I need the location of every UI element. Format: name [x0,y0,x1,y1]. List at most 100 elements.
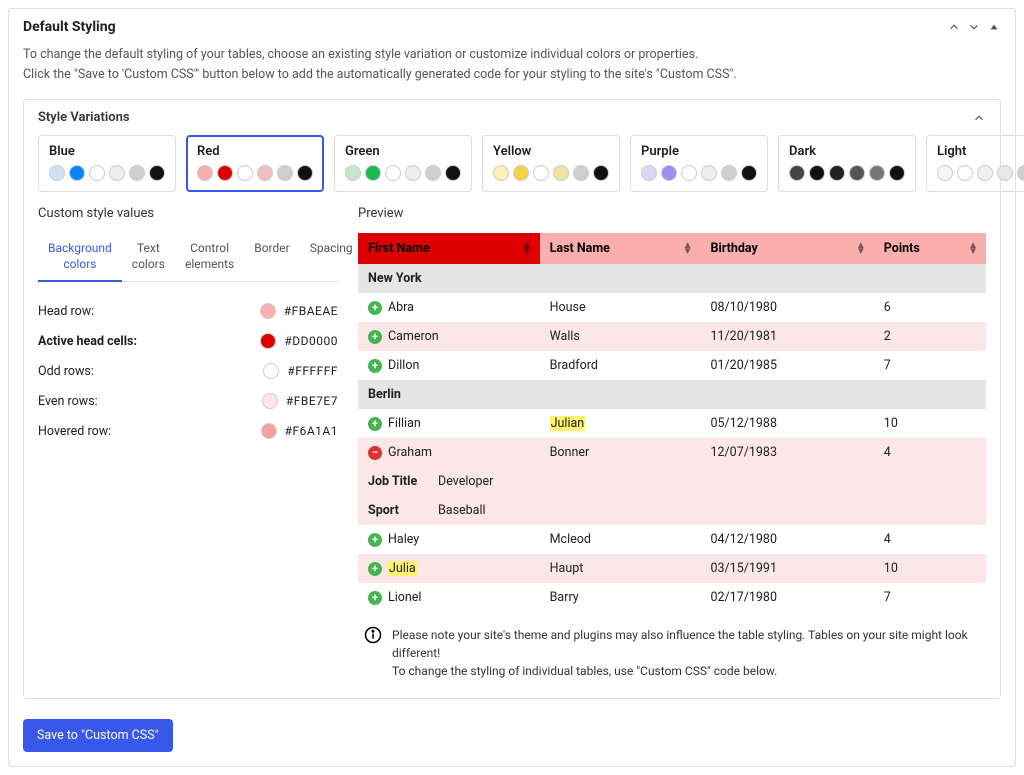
variation-card-blue[interactable]: Blue [38,135,176,192]
save-to-custom-css-button[interactable]: Save to "Custom CSS" [23,719,173,752]
variation-card-yellow[interactable]: Yellow [482,135,620,192]
cell-points: 2 [874,322,986,351]
tab-border[interactable]: Border [244,233,299,281]
variation-card-light[interactable]: Light [926,135,1024,192]
hex-value: #FBAEAE [284,304,338,318]
table-row[interactable]: +FillianJulian05/12/198810 [358,409,986,438]
cell-last-name: Bonner [540,438,701,467]
cell-last-name: House [540,293,701,322]
style-variations-header: Style Variations [24,100,1000,135]
tab-spacing[interactable]: Spacing [300,233,363,281]
variation-title: Dark [789,144,905,159]
table-row[interactable]: −GrahamBonner12/07/19834 [358,438,986,467]
expand-plus-icon[interactable]: + [368,533,382,547]
panel-title: Default Styling [23,19,116,35]
notice-line-1: Please note your site's theme and plugin… [392,626,980,662]
color-swatch [405,165,421,181]
table-row[interactable]: +LionelBarry02/17/19807 [358,583,986,612]
color-swatch [741,165,757,181]
tab-control[interactable]: Controlelements [175,233,244,281]
color-swatch [345,165,361,181]
color-swatch [809,165,825,181]
style-variations-panel: Style Variations BlueRedGreenYellow Purpl… [23,99,1001,699]
table-row[interactable]: +DillonBradford01/20/19857 [358,351,986,380]
variation-card-green[interactable]: Green [334,135,472,192]
color-swatch [257,165,273,181]
color-dot[interactable] [263,363,279,379]
expand-minus-icon[interactable]: − [368,446,382,460]
color-swatch [573,165,589,181]
swatch-row [49,165,165,181]
color-value-row: Active head cells:#DD0000 [38,326,338,356]
variation-title: Purple [641,144,757,159]
table-body: New York+AbraHouse08/10/19806+CameronWal… [358,264,986,612]
cell-points: 4 [874,525,986,554]
color-values-list: Head row:#FBAEAEActive head cells:#DD000… [38,296,338,446]
info-icon [364,626,382,644]
expand-plus-icon[interactable]: + [368,417,382,431]
table-row[interactable]: +CameronWalls11/20/19812 [358,322,986,351]
intro-line-1: To change the default styling of your ta… [23,45,1001,65]
notice-text: Please note your site's theme and plugin… [392,626,980,680]
color-swatch [365,165,381,181]
cell-last-name: Julian [540,409,701,438]
column-header-last-name[interactable]: Last Name▲▼ [540,233,701,264]
chevron-down-icon[interactable] [967,20,981,34]
swatch-row [197,165,313,181]
group-row: Berlin [358,380,986,409]
color-swatch [721,165,737,181]
swatch-row [789,165,905,181]
expand-plus-icon[interactable]: + [368,330,382,344]
expand-plus-icon[interactable]: + [368,591,382,605]
cell-last-name: Bradford [540,351,701,380]
color-swatch [977,165,993,181]
chevron-up-icon[interactable] [972,111,986,125]
tab-text[interactable]: Textcolors [122,233,175,281]
color-swatch [829,165,845,181]
color-value-row: Head row:#FBAEAE [38,296,338,326]
variation-card-red[interactable]: Red [186,135,324,192]
expand-plus-icon[interactable]: + [368,301,382,315]
notice-line-2: To change the styling of individual tabl… [392,662,980,680]
variation-card-dark[interactable]: Dark [778,135,916,192]
custom-values-column: Custom style values BackgroundcolorsText… [38,206,338,684]
cell-last-name: Walls [540,322,701,351]
column-header-first-name[interactable]: First Name▲▼ [358,233,540,264]
cell-last-name: Mcleod [540,525,701,554]
hex-value: #FFFFFF [287,364,338,378]
color-swatch [217,165,233,181]
caret-up-icon[interactable] [987,20,1001,34]
color-dot[interactable] [260,303,276,319]
table-row[interactable]: +JuliaHaupt03/15/199110 [358,554,986,583]
column-header-birthday[interactable]: Birthday▲▼ [700,233,873,264]
color-swatch [681,165,697,181]
color-swatch [553,165,569,181]
color-swatch [641,165,657,181]
cell-birthday: 01/20/1985 [700,351,873,380]
color-label: Hovered row: [38,424,261,439]
tabs-row: BackgroundcolorsTextcolorsControlelement… [38,233,338,282]
color-dot[interactable] [261,423,277,439]
color-swatch [385,165,401,181]
chevron-up-icon[interactable] [947,20,961,34]
table-head-row: First Name▲▼Last Name▲▼Birthday▲▼Points▲… [358,233,986,264]
color-label: Odd rows: [38,364,263,379]
tab-background[interactable]: Backgroundcolors [38,233,122,282]
preview-column: Preview First Name▲▼Last Name▲▼Birthday▲… [358,206,986,684]
expand-plus-icon[interactable]: + [368,359,382,373]
color-dot[interactable] [260,333,276,349]
intro-line-2: Click the "Save to 'Custom CSS'" button … [23,65,1001,85]
color-dot[interactable] [262,393,278,409]
cell-points: 6 [874,293,986,322]
table-row[interactable]: +HaleyMcleod04/12/19804 [358,525,986,554]
style-variations-label: Style Variations [38,110,130,125]
cell-first-name: +Abra [358,293,540,322]
swatch-row [641,165,757,181]
column-header-points[interactable]: Points▲▼ [874,233,986,264]
color-swatch [109,165,125,181]
swatch-row [345,165,461,181]
group-row: New York [358,264,986,293]
expand-plus-icon[interactable]: + [368,562,382,576]
variation-card-purple[interactable]: Purple [630,135,768,192]
table-row[interactable]: +AbraHouse08/10/19806 [358,293,986,322]
